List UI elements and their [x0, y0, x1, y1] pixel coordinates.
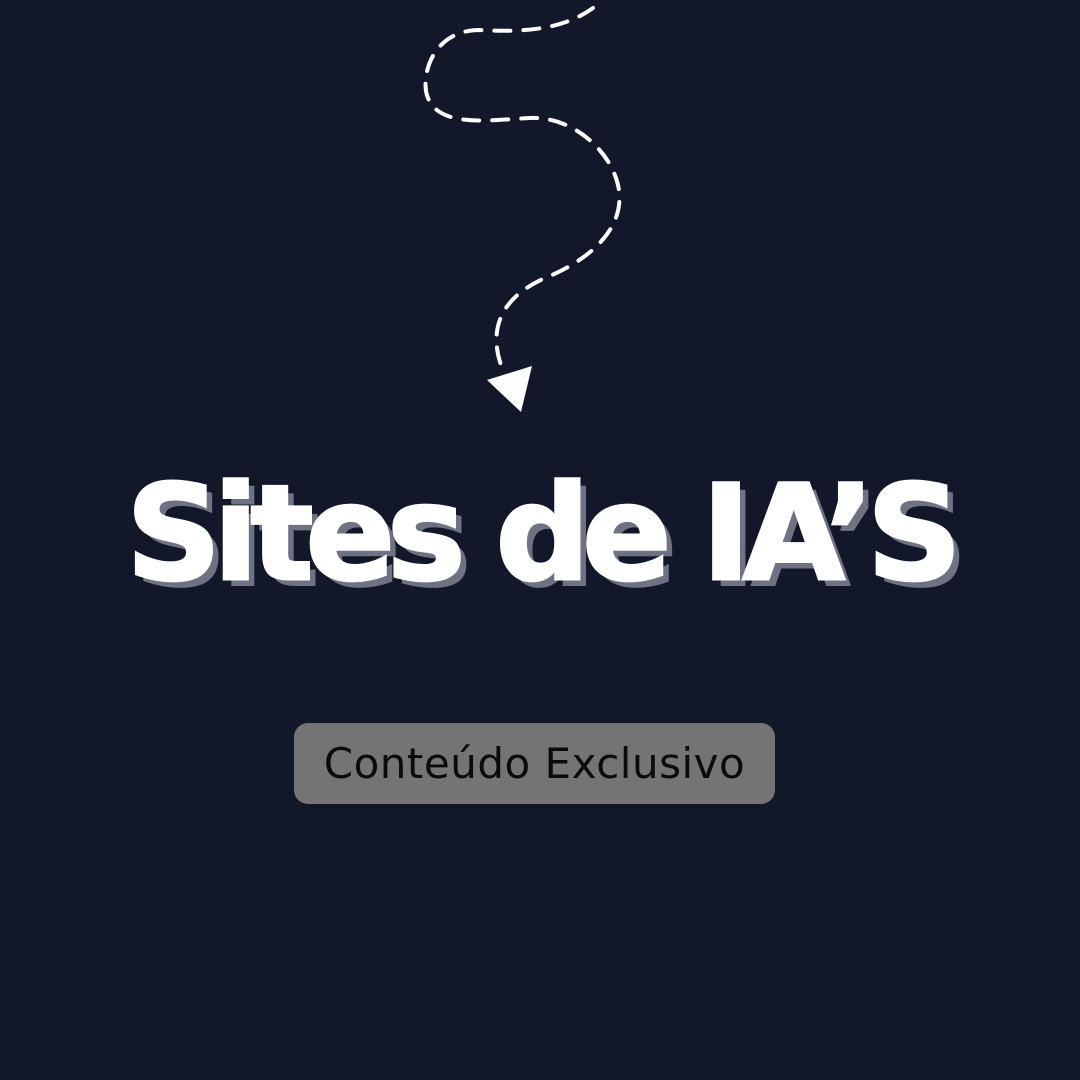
arrow-dashed-path	[423, 6, 622, 370]
page-title: Sites de IA’S	[125, 457, 964, 611]
slide-canvas: Sites de IA’S Conteúdo Exclusivo	[0, 0, 1080, 1080]
exclusive-content-badge: Conteúdo Exclusivo	[294, 723, 775, 804]
badge-label: Conteúdo Exclusivo	[323, 739, 746, 788]
arrow-head	[487, 366, 532, 412]
